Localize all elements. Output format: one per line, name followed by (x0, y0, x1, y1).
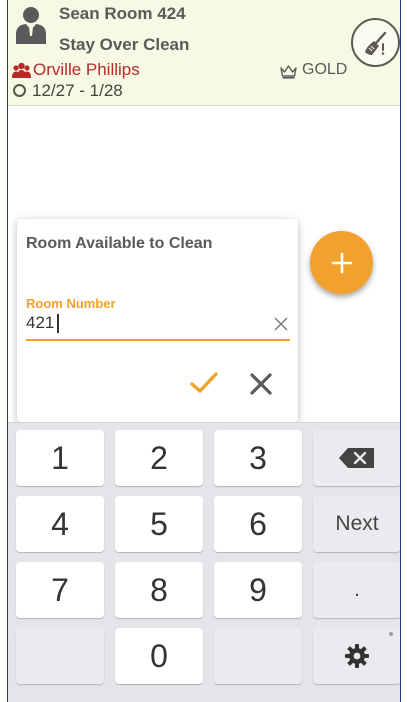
guest-icon (12, 62, 31, 78)
key-3[interactable]: 3 (214, 430, 302, 486)
clean-status-button[interactable] (351, 18, 400, 67)
key-0[interactable]: 0 (115, 628, 203, 684)
loyalty-tier: GOLD (302, 61, 348, 78)
key-4[interactable]: 4 (16, 496, 104, 552)
task-type: Stay Over Clean (59, 35, 190, 54)
room-available-dialog: Room Available to Clean Room Number (17, 219, 298, 422)
add-button[interactable] (310, 231, 373, 294)
clear-icon[interactable] (274, 317, 288, 331)
blank-key[interactable] (16, 628, 104, 684)
plus-icon (331, 252, 352, 273)
keyboard-dot (389, 632, 393, 636)
dialog-title: Room Available to Clean (26, 235, 213, 252)
key-9[interactable]: 9 (214, 562, 302, 618)
stay-dates: 12/27 - 1/28 (32, 81, 123, 100)
key-8[interactable]: 8 (115, 562, 203, 618)
key-6[interactable]: 6 (214, 496, 302, 552)
room-number-input[interactable] (26, 312, 272, 334)
broom-icon (364, 31, 386, 55)
text-caret (57, 314, 59, 333)
room-number-label: Room Number (26, 296, 116, 311)
guest-name: Orville Phillips (33, 60, 140, 79)
backspace-key[interactable] (313, 430, 400, 486)
next-key[interactable]: Next (313, 496, 400, 552)
blank-key-2[interactable] (214, 628, 302, 684)
app-frame: Sean Room 424 Stay Over Clean Orville Ph… (7, 0, 401, 702)
next-key-label: Next (335, 512, 379, 535)
settings-key[interactable] (313, 628, 400, 684)
gear-icon (345, 644, 369, 668)
key-1[interactable]: 1 (16, 430, 104, 486)
person-icon (16, 7, 46, 44)
period-key[interactable]: . (313, 562, 400, 618)
room-title: Sean Room 424 (59, 4, 186, 23)
check-icon[interactable] (190, 371, 218, 395)
key-2[interactable]: 2 (115, 430, 203, 486)
key-5[interactable]: 5 (115, 496, 203, 552)
circle-icon (13, 84, 26, 97)
backspace-icon (339, 448, 374, 468)
room-header: Sean Room 424 Stay Over Clean Orville Ph… (8, 0, 400, 106)
close-icon[interactable] (249, 373, 273, 395)
period-key-label: . (354, 578, 360, 601)
input-underline (26, 339, 290, 341)
crown-icon (280, 65, 297, 79)
key-7[interactable]: 7 (16, 562, 104, 618)
